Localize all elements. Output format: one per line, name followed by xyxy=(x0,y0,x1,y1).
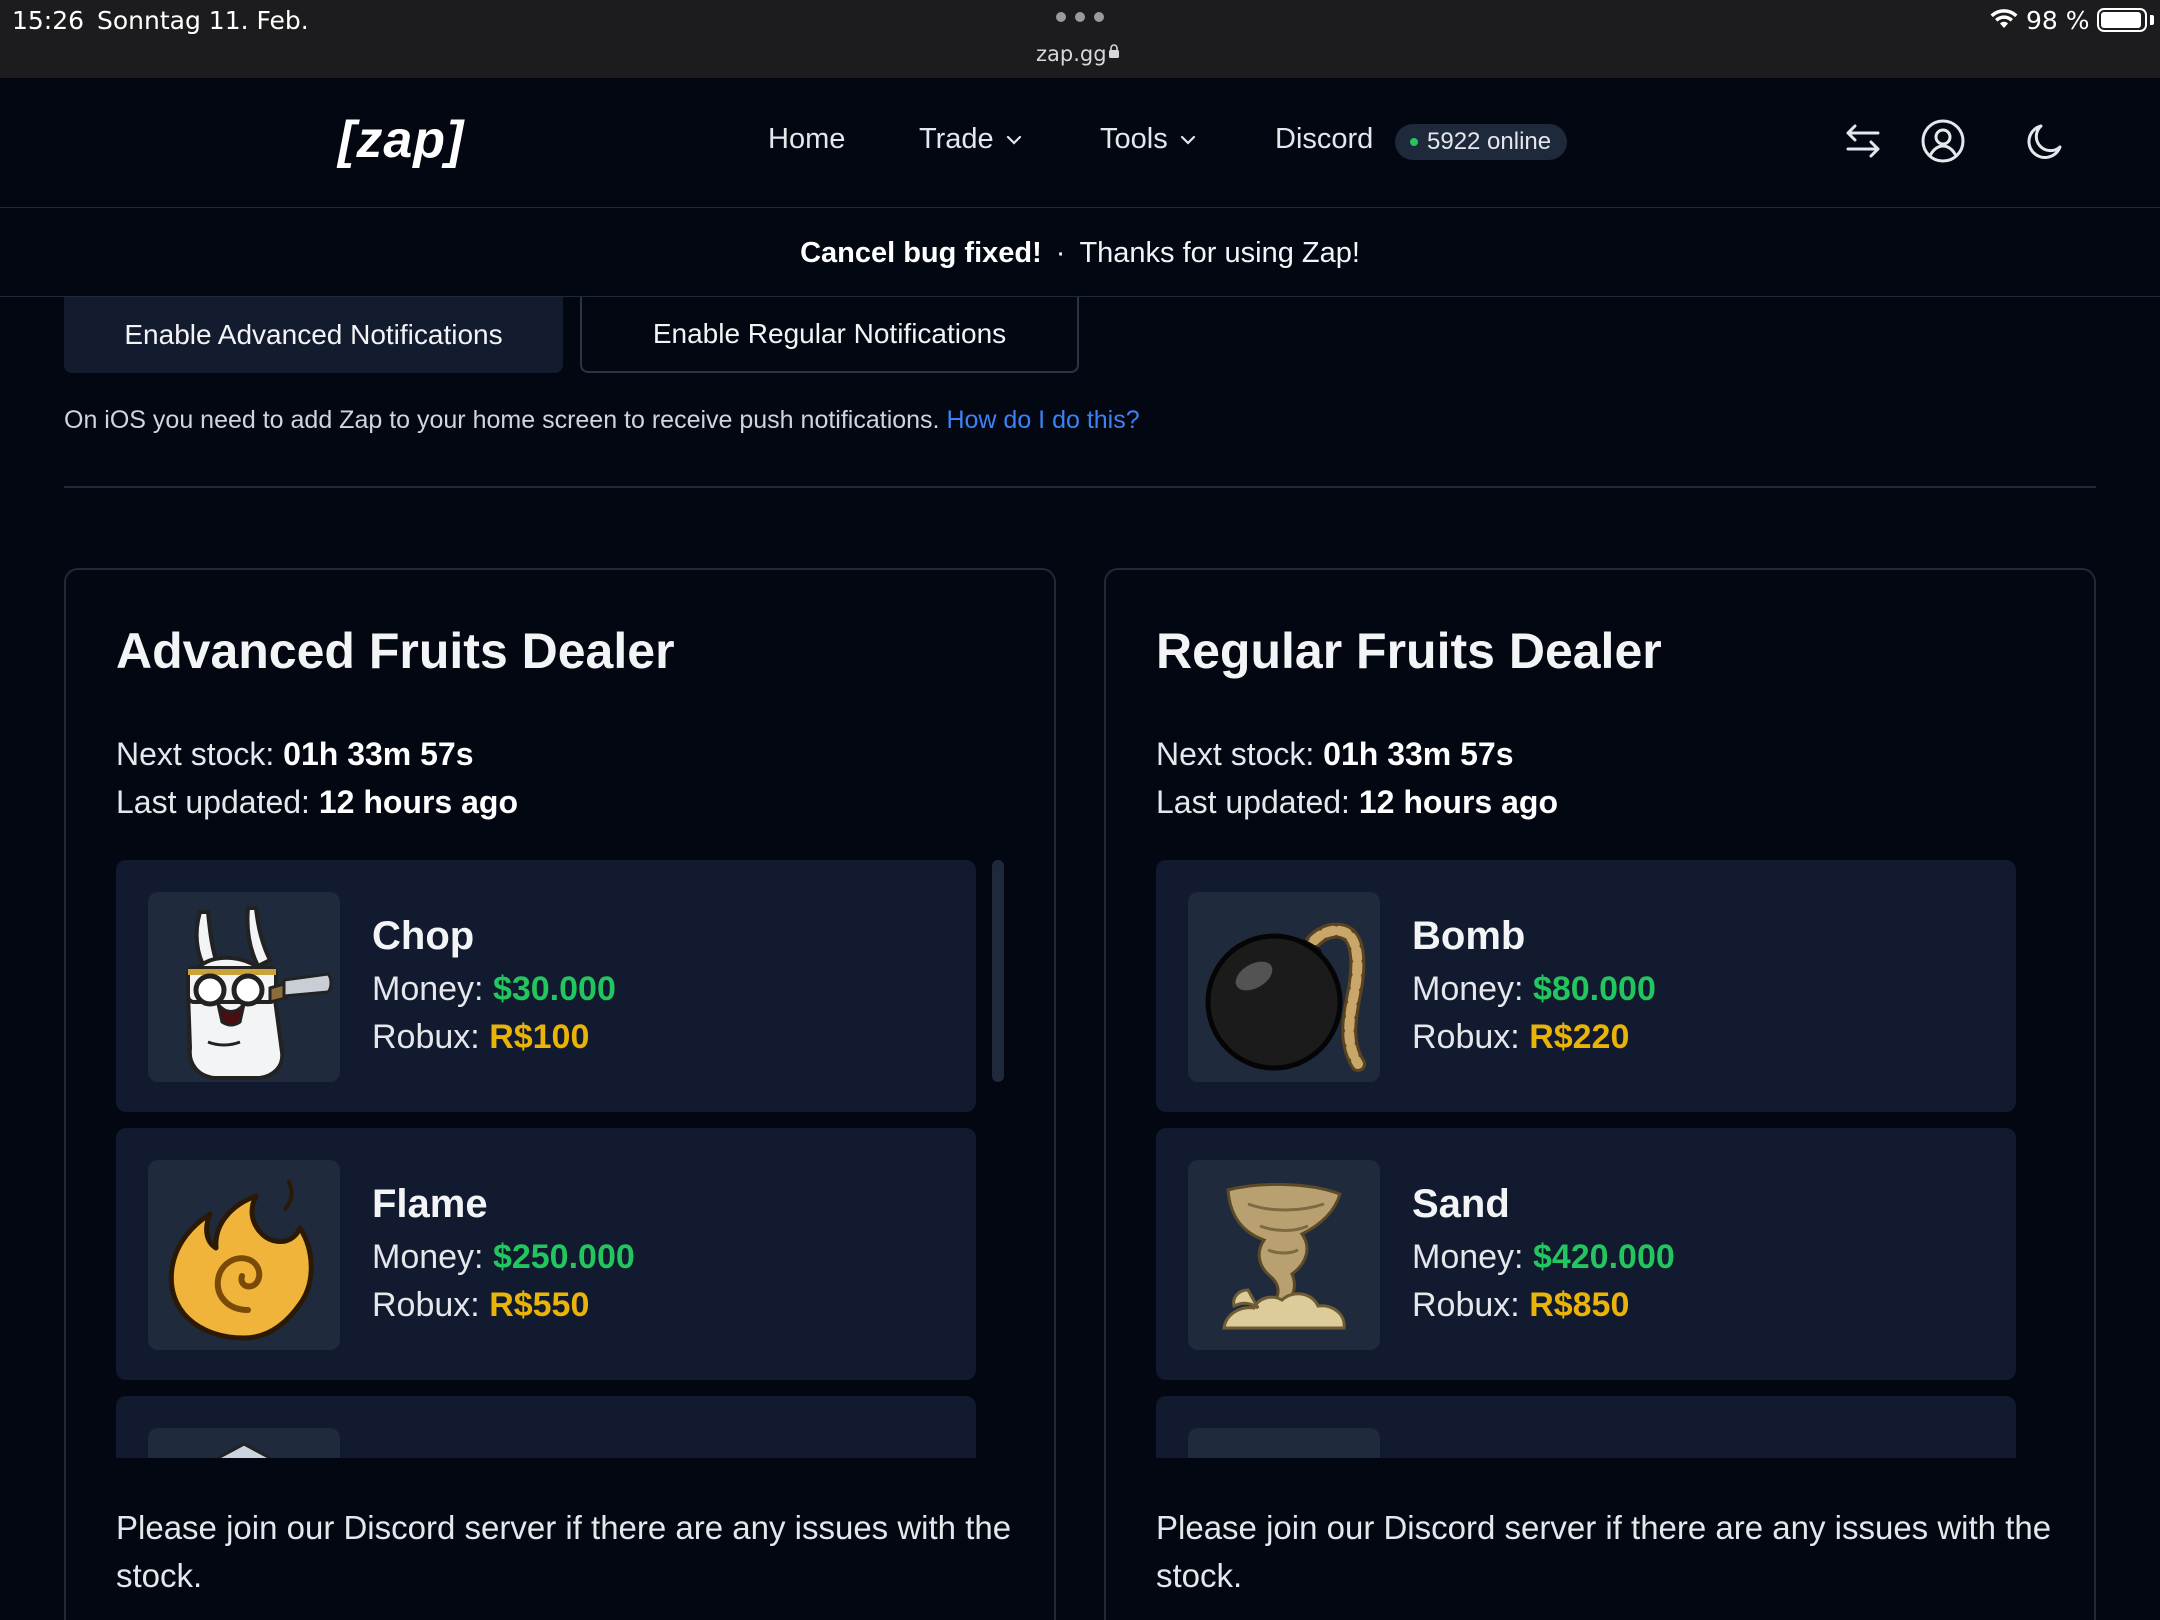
dark-mode-moon-icon[interactable] xyxy=(2022,116,2072,166)
last-updated: Last updated: 12 hours ago xyxy=(116,784,518,821)
fruit-robux: Robux: R$550 xyxy=(372,1286,589,1325)
money-label: Money: xyxy=(1412,1238,1524,1276)
fruit-name: Flame xyxy=(372,1182,488,1226)
last-updated-label: Last updated: xyxy=(1156,784,1350,820)
swap-arrows-icon[interactable] xyxy=(1838,116,1888,166)
money-value: $420.000 xyxy=(1532,1238,1675,1276)
last-updated-value: 12 hours ago xyxy=(318,784,518,820)
enable-regular-notifications-button[interactable]: Enable Regular Notifications xyxy=(580,297,1079,373)
fruit-money: Money: $250.000 xyxy=(372,1238,635,1277)
last-updated-label: Last updated: xyxy=(116,784,310,820)
robux-value: R$550 xyxy=(489,1286,590,1324)
nav-home-label: Home xyxy=(768,123,846,155)
regular-dealer-card: Regular Fruits Dealer Next stock: 01h 33… xyxy=(1104,568,2096,1620)
fruit-money: Money: $420.000 xyxy=(1412,1238,1675,1277)
sand-fruit-icon xyxy=(1188,1160,1380,1350)
next-stock-label: Next stock: xyxy=(116,736,275,772)
fruit-robux: Robux: R$100 xyxy=(372,1018,589,1057)
chevron-down-icon xyxy=(1180,135,1195,145)
fruit-item: Sand Money: $420.000 Robux: R$850 xyxy=(1156,1128,2016,1380)
discord-issues-note: Please join our Discord server if there … xyxy=(116,1509,1012,1594)
wifi-icon xyxy=(1990,9,2018,28)
next-stock-label: Next stock: xyxy=(1156,736,1315,772)
zap-logo[interactable]: [zap] xyxy=(338,110,464,170)
robux-label: Robux: xyxy=(1412,1018,1520,1056)
money-value: $80.000 xyxy=(1532,970,1656,1008)
discord-issues-note: Please join our Discord server if there … xyxy=(1156,1509,2052,1594)
fruit-item: Flame Money: $250.000 Robux: R$550 xyxy=(116,1128,976,1380)
fruit-item: Bomb Money: $80.000 Robux: R$220 xyxy=(1156,860,2016,1112)
fruit-thumbnail xyxy=(148,1428,340,1460)
money-label: Money: xyxy=(372,970,484,1008)
stock-scrollbar[interactable] xyxy=(992,860,1004,1082)
section-divider xyxy=(64,486,2096,488)
advanced-dealer-title: Advanced Fruits Dealer xyxy=(116,623,675,679)
nav-home[interactable]: Home xyxy=(768,123,845,156)
battery-percent: 98 % xyxy=(2026,6,2090,35)
announcement-title: Cancel bug fixed! xyxy=(800,237,1042,269)
fruit-name: Bomb xyxy=(1412,914,1526,958)
announcement-text: Thanks for using Zap! xyxy=(1079,237,1360,269)
browser-menu-dots-icon[interactable] xyxy=(1056,12,1104,22)
last-updated: Last updated: 12 hours ago xyxy=(1156,784,1558,821)
money-label: Money: xyxy=(1412,970,1524,1008)
last-updated-value: 12 hours ago xyxy=(1358,784,1558,820)
nav-tools-label: Tools xyxy=(1100,123,1168,155)
online-count: 5922 online xyxy=(1427,128,1552,155)
fruit-name: Chop xyxy=(372,914,475,958)
robux-value: R$850 xyxy=(1529,1286,1630,1324)
fruit-name: Sand xyxy=(1412,1182,1510,1226)
nav-discord-label: Discord xyxy=(1275,123,1374,155)
fruit-money: Money: $30.000 xyxy=(372,970,616,1009)
robux-value: R$100 xyxy=(489,1018,590,1056)
robux-label: Robux: xyxy=(372,1018,480,1056)
robux-label: Robux: xyxy=(1412,1286,1520,1324)
status-date: Sonntag 11. Feb. xyxy=(97,6,309,35)
battery-cap xyxy=(2150,15,2154,25)
battery-icon xyxy=(2097,8,2147,32)
regular-dealer-title: Regular Fruits Dealer xyxy=(1156,623,1662,679)
ios-help-link[interactable]: How do I do this? xyxy=(946,406,1139,434)
bomb-fruit-icon xyxy=(1188,892,1380,1082)
chop-fruit-icon xyxy=(148,892,340,1082)
browser-url[interactable]: zap.gg xyxy=(1036,42,1107,66)
nav-trade-label: Trade xyxy=(919,123,994,155)
announcement-bar: Cancel bug fixed! · Thanks for using Zap! xyxy=(0,209,2160,297)
enable-advanced-notifications-button[interactable]: Enable Advanced Notifications xyxy=(64,297,563,373)
fruit-item: Chop Money: $30.000 Robux: R$100 xyxy=(116,860,976,1112)
fruit-thumbnail xyxy=(1188,1428,1380,1458)
online-count-badge: 5922 online xyxy=(1395,124,1568,160)
next-stock-timer: 01h 33m 57s xyxy=(1323,736,1514,772)
next-stock: Next stock: 01h 33m 57s xyxy=(116,736,474,773)
fruit-item-partial xyxy=(116,1396,976,1460)
advanced-dealer-card: Advanced Fruits Dealer Next stock: 01h 3… xyxy=(64,568,1056,1620)
nav-tools[interactable]: Tools xyxy=(1100,123,1196,156)
flame-fruit-icon xyxy=(148,1160,340,1350)
fruit-money: Money: $80.000 xyxy=(1412,970,1656,1009)
robux-label: Robux: xyxy=(372,1286,480,1324)
nav-discord[interactable]: Discord xyxy=(1275,123,1373,156)
fruit-item-partial xyxy=(1156,1396,2016,1458)
robux-value: R$220 xyxy=(1529,1018,1630,1056)
money-value: $30.000 xyxy=(492,970,616,1008)
next-stock: Next stock: 01h 33m 57s xyxy=(1156,736,1514,773)
fruit-robux: Robux: R$850 xyxy=(1412,1286,1629,1325)
ios-status-bar: 15:26 Sonntag 11. Feb. zap.gg 98 % xyxy=(0,0,2160,78)
online-dot-icon xyxy=(1410,138,1418,146)
money-label: Money: xyxy=(372,1238,484,1276)
announcement-separator: · xyxy=(1055,237,1066,269)
money-value: $250.000 xyxy=(492,1238,635,1276)
lock-icon xyxy=(1109,44,1119,58)
user-account-icon[interactable] xyxy=(1918,116,1968,166)
site-header: [zap] Home Trade Tools Discord 5922 onli… xyxy=(0,78,2160,208)
fruit-robux: Robux: R$220 xyxy=(1412,1018,1629,1057)
ios-push-note: On iOS you need to add Zap to your home … xyxy=(64,406,1140,435)
nav-trade[interactable]: Trade xyxy=(919,123,1022,156)
ios-note-text: On iOS you need to add Zap to your home … xyxy=(64,406,940,434)
status-time: 15:26 xyxy=(12,6,85,35)
next-stock-timer: 01h 33m 57s xyxy=(283,736,474,772)
chevron-down-icon xyxy=(1006,135,1021,145)
